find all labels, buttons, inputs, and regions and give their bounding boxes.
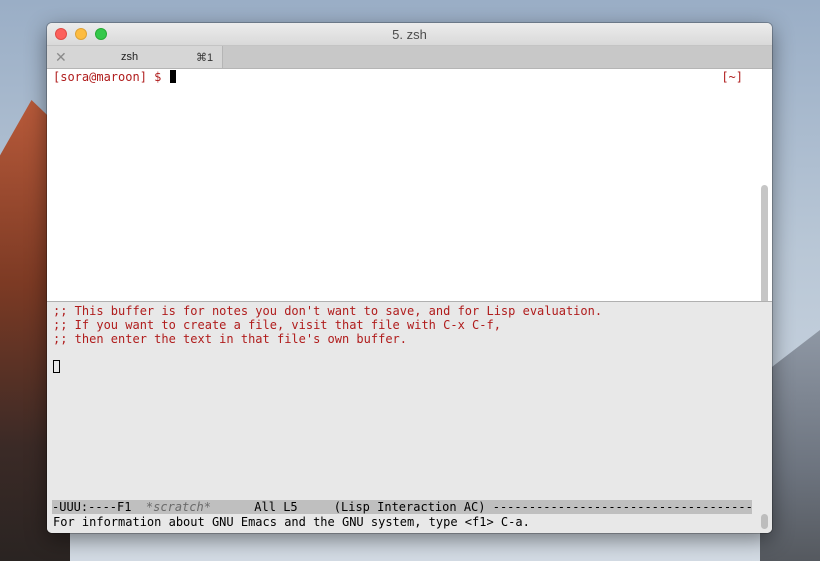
emacs-scrollbar[interactable] (761, 514, 768, 529)
window-title: 5. zsh (392, 27, 427, 42)
tab-label: zsh (121, 51, 139, 63)
scratch-buffer-text: ;; This buffer is for notes you don't wa… (53, 304, 602, 346)
shell-prompt: [sora@maroon] $ (53, 70, 169, 84)
tab-zsh[interactable]: ✕ zsh ⌘1 (47, 46, 223, 68)
tab-shortcut: ⌘1 (196, 52, 214, 64)
close-tab-icon[interactable]: ✕ (55, 49, 67, 65)
emacs-mode-line: -UUU:----F1 *scratch* All L5 (Lisp Inter… (52, 500, 752, 514)
emacs-pane[interactable]: ;; This buffer is for notes you don't wa… (47, 302, 772, 533)
modeline-major-mode: (Lisp Interaction AC) (333, 500, 493, 514)
shell-prompt-line: [sora@maroon] $ (53, 70, 176, 84)
scratch-comment-line: ;; This buffer is for notes you don't wa… (53, 304, 603, 318)
shell-pane[interactable]: [sora@maroon] $ [~] (47, 69, 772, 343)
tab-bar: ✕ zsh ⌘1 (47, 46, 772, 69)
modeline-buffer-name: *scratch* (145, 500, 211, 514)
shell-cursor (169, 70, 176, 83)
scratch-comment-line: ;; If you want to create a file, visit t… (53, 318, 501, 332)
emacs-echo-area: For information about GNU Emacs and the … (53, 515, 530, 529)
modeline-status: -UUU:----F1 (52, 500, 146, 514)
title-bar[interactable]: 5. zsh (47, 23, 772, 46)
shell-right-prompt: [~] (721, 70, 743, 84)
terminal-window: 5. zsh ✕ zsh ⌘1 [sora@maroon] $ [~] ;; T… (47, 23, 772, 533)
emacs-cursor (53, 360, 60, 373)
scratch-comment-line: ;; then enter the text in that file's ow… (53, 332, 408, 346)
modeline-fill: ----------------------------------------… (492, 500, 752, 514)
modeline-position: All L5 (210, 500, 334, 514)
